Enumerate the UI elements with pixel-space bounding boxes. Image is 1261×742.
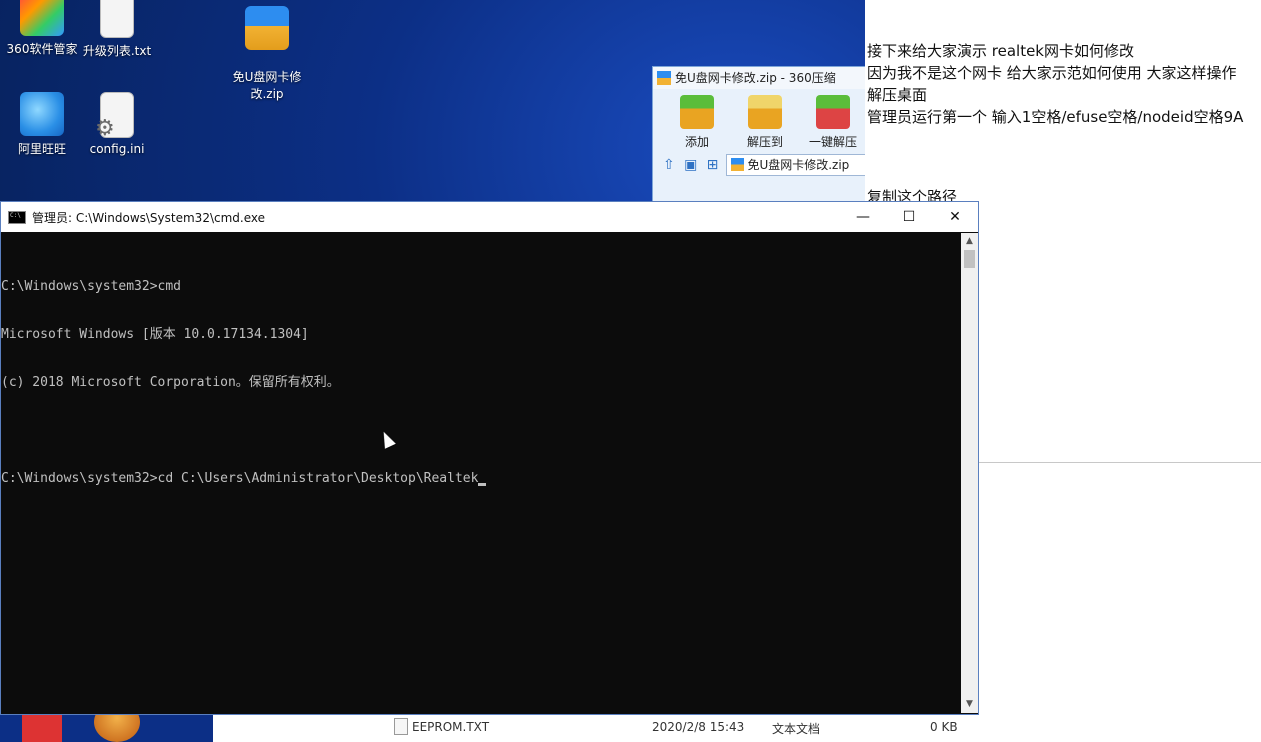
instruction-line: 解压桌面 (867, 86, 928, 104)
desktop-icon-zip[interactable]: 免U盘网卡修 改.zip (227, 0, 307, 116)
desktop-icon-label: 360软件管家 (6, 42, 78, 56)
desktop-icon-config[interactable]: config.ini (77, 92, 157, 156)
zip-path-field[interactable]: 免U盘网卡修改.zip (726, 154, 868, 176)
scroll-up-icon[interactable]: ▲ (961, 233, 978, 250)
cmd-window[interactable]: 管理员: C:\Windows\System32\cmd.exe — ☐ ✕ C… (0, 201, 979, 715)
cmd-title-bar[interactable]: 管理员: C:\Windows\System32\cmd.exe — ☐ ✕ (1, 202, 978, 232)
scroll-down-icon[interactable]: ▼ (961, 696, 978, 713)
text-file-icon (100, 0, 134, 38)
zip-tool-label: 添加 (684, 135, 709, 149)
zip-add-button[interactable]: 添加 (663, 95, 731, 150)
console-line: C:\Windows\system32>cmd (1, 279, 182, 294)
aliwangwang-icon (20, 92, 64, 136)
zip-window[interactable]: 免U盘网卡修改.zip - 360压缩 添加 解压到 一键解压 ⇧ ▣ ⊞ 免U… (652, 66, 868, 208)
console-line: (c) 2018 Microsoft Corporation。保留所有权利。 (1, 375, 340, 390)
desktop-icon-label: 免U盘网卡修 改.zip (232, 70, 302, 101)
zip-nav-bar: ⇧ ▣ ⊞ 免U盘网卡修改.zip (653, 150, 868, 176)
text-cursor (478, 483, 487, 486)
console-input-line[interactable]: C:\Windows\system32>cd C:\Users\Administ… (1, 471, 961, 487)
desktop-icon-aliwangwang[interactable]: 阿里旺旺 (2, 92, 82, 157)
console-command-text: C:\Windows\system32>cd C:\Users\Administ… (1, 471, 479, 486)
zip-window-title-text: 免U盘网卡修改.zip - 360压缩 (675, 71, 836, 85)
cmd-icon (8, 210, 26, 224)
maximize-button[interactable]: ☐ (886, 202, 932, 232)
background-window (976, 200, 1261, 463)
zip-toolbar: 添加 解压到 一键解压 (653, 89, 867, 150)
cmd-console[interactable]: C:\Windows\system32>cmd Microsoft Window… (1, 233, 961, 727)
zip-path-text: 免U盘网卡修改.zip (747, 158, 850, 172)
zip-extract-to-button[interactable]: 解压到 (731, 95, 799, 150)
zip-file-icon (731, 158, 745, 171)
instruction-line: 管理员运行第一个 输入1空格/efuse空格/nodeid空格9A (867, 108, 1244, 126)
window-controls: — ☐ ✕ (840, 202, 978, 232)
zip-app-icon (657, 71, 671, 85)
extract-icon (748, 95, 782, 129)
cmd-title-text: 管理员: C:\Windows\System32\cmd.exe (32, 210, 265, 225)
zip-window-title[interactable]: 免U盘网卡修改.zip - 360压缩 (653, 67, 867, 89)
ini-file-icon (95, 92, 134, 141)
add-icon (680, 95, 714, 129)
desktop-icon-label: 升级列表.txt (82, 44, 152, 58)
instruction-line: 因为我不是这个网卡 给大家示范如何使用 大家这样操作 (867, 64, 1237, 82)
desktop-icon-upgrade-list[interactable]: 升级列表.txt (77, 0, 157, 59)
minimize-button[interactable]: — (840, 202, 886, 232)
one-click-extract-icon (816, 95, 850, 129)
zip-one-click-extract-button[interactable]: 一键解压 (799, 95, 867, 150)
zip-file-icon (245, 6, 289, 50)
desktop-icon-label: 阿里旺旺 (17, 142, 66, 156)
zip-tool-label: 一键解压 (808, 135, 857, 149)
zip-tool-label: 解压到 (746, 135, 783, 149)
up-arrow-icon[interactable]: ⇧ (661, 157, 677, 173)
scroll-thumb[interactable] (964, 250, 975, 268)
desktop-icon-360[interactable]: 360软件管家 (2, 0, 82, 57)
console-line: Microsoft Windows [版本 10.0.17134.1304] (1, 327, 309, 342)
grid-view-icon[interactable]: ⊞ (705, 157, 721, 173)
instruction-line: 接下来给大家演示 realtek网卡如何修改 (867, 42, 1134, 60)
close-button[interactable]: ✕ (932, 202, 978, 232)
vertical-scrollbar[interactable]: ▲ ▼ (961, 233, 978, 713)
view-icon[interactable]: ▣ (683, 157, 699, 173)
instruction-lines: 接下来给大家演示 realtek网卡如何修改 因为我不是这个网卡 给大家示范如何… (867, 40, 1243, 128)
app-360-icon (20, 0, 64, 36)
desktop-icon-label: config.ini (89, 142, 145, 156)
